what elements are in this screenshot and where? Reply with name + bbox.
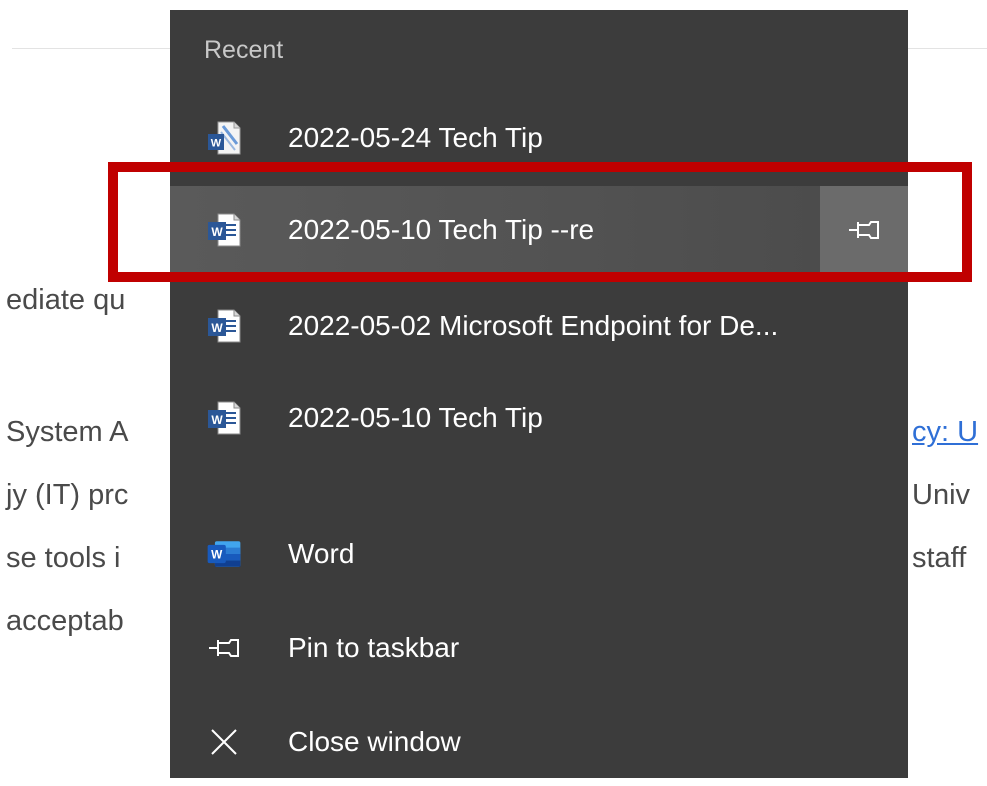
pin-icon	[204, 628, 244, 668]
taskbar-jump-list: Recent W 2022-05-24 Tech Tip W 2022-05-1…	[170, 10, 908, 778]
word-doc-icon: W	[204, 398, 244, 438]
background-text-line: Univ	[912, 479, 971, 511]
background-text-line: se tools i	[6, 542, 121, 574]
recent-item-label: 2022-05-10 Tech Tip --re	[288, 214, 595, 245]
recent-item[interactable]: W 2022-05-10 Tech Tip	[170, 374, 908, 462]
word-doc-icon: W	[204, 118, 244, 158]
word-doc-icon: W	[204, 210, 244, 250]
svg-text:W: W	[211, 138, 222, 150]
svg-text:W: W	[211, 413, 223, 427]
recent-item-label: 2022-05-24 Tech Tip	[288, 122, 543, 153]
background-text-line: System A	[6, 416, 129, 448]
pin-icon	[849, 221, 879, 239]
pin-to-list-button[interactable]	[820, 186, 908, 274]
recent-item[interactable]: W 2022-05-24 Tech Tip	[170, 94, 908, 182]
svg-text:W: W	[211, 225, 223, 239]
recent-section-header: Recent	[204, 36, 284, 64]
background-text-line: staff	[912, 542, 967, 574]
recent-item-label: 2022-05-10 Tech Tip	[288, 402, 543, 433]
task-open-word[interactable]: W Word	[170, 510, 908, 598]
task-pin-to-taskbar[interactable]: Pin to taskbar	[170, 604, 908, 692]
task-close-window[interactable]: Close window	[170, 698, 908, 786]
background-text-line: acceptab	[6, 605, 124, 637]
svg-text:W: W	[211, 321, 223, 335]
word-doc-icon: W	[204, 306, 244, 346]
close-icon	[204, 722, 244, 762]
background-text-line: ediate qu	[6, 284, 126, 316]
task-label: Word	[288, 538, 355, 569]
word-app-icon: W	[204, 534, 244, 574]
svg-text:W: W	[211, 548, 223, 562]
task-label: Close window	[288, 726, 461, 757]
recent-item-label: 2022-05-02 Microsoft Endpoint for De...	[288, 310, 779, 341]
task-label: Pin to taskbar	[288, 632, 460, 663]
background-link[interactable]: cy: U	[912, 415, 978, 449]
recent-item[interactable]: W 2022-05-10 Tech Tip --re	[170, 186, 908, 274]
recent-item[interactable]: W 2022-05-02 Microsoft Endpoint for De..…	[170, 282, 908, 370]
background-text-line: jy (IT) prc	[6, 479, 129, 511]
